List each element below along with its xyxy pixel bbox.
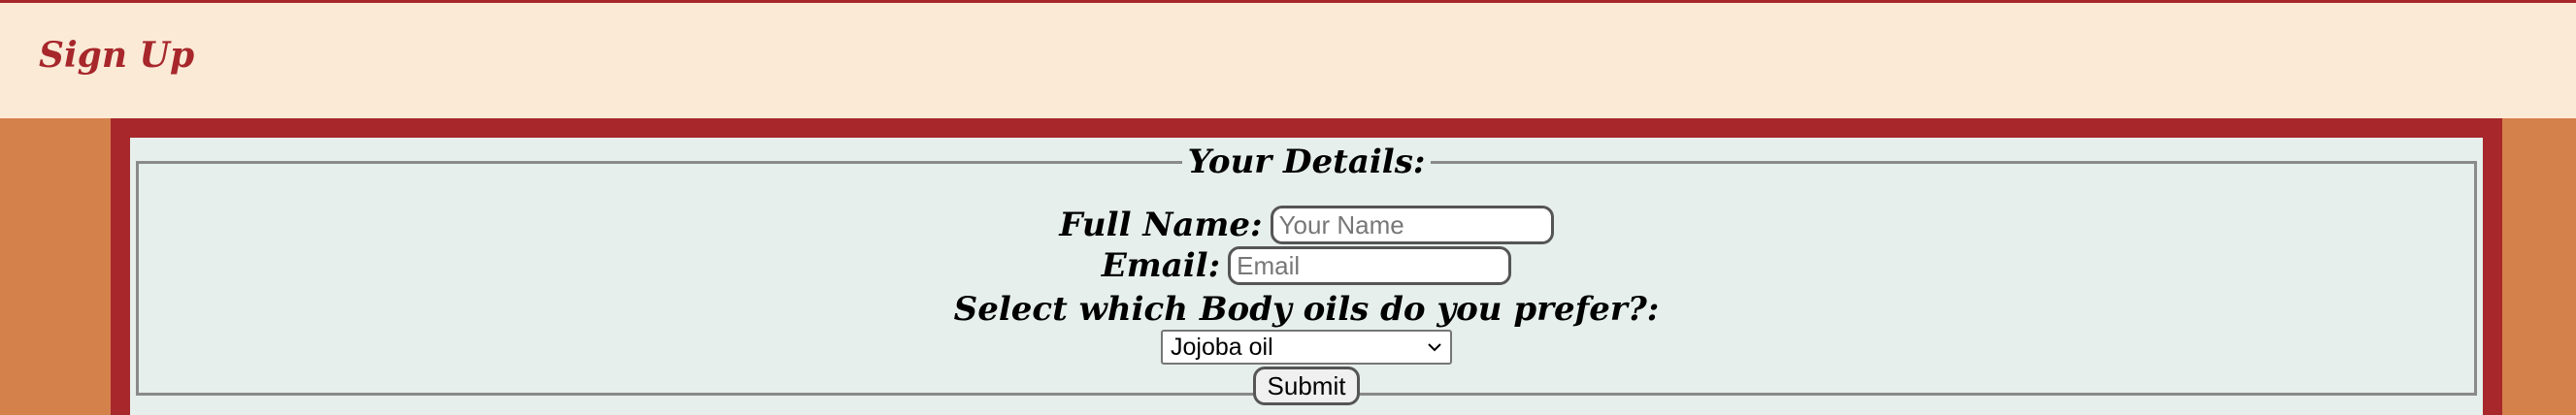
submit-row: Submit [139,367,2474,405]
email-input[interactable] [1228,246,1512,285]
details-fieldset: Your Details: Full Name: Email: Select w… [136,145,2477,405]
submit-button[interactable]: Submit [1252,367,1361,405]
chevron-down-icon [1428,343,1441,352]
oils-label-row: Select which Body oils do you prefer?: [139,293,2474,326]
form-panel: Your Details: Full Name: Email: Select w… [111,118,2502,415]
form-container: Your Details: Full Name: Email: Select w… [130,138,2483,415]
page-title: Sign Up [39,35,195,76]
oils-select-value: Jojoba oil [1171,333,1273,361]
email-row: Email: [139,246,2474,285]
full-name-label: Full Name: [1059,206,1263,244]
email-label: Email: [1101,246,1221,285]
oils-label: Select which Body oils do you prefer?: [953,290,1660,329]
header-bar: Sign Up [0,0,2576,118]
full-name-input[interactable] [1270,206,1554,244]
details-legend-text: Your Details: [1187,143,1426,181]
oils-select-row: Jojoba oil [139,330,2474,365]
oils-select[interactable]: Jojoba oil [1161,330,1452,365]
full-name-row: Full Name: [139,206,2474,244]
details-legend: Your Details: [1182,145,1432,178]
